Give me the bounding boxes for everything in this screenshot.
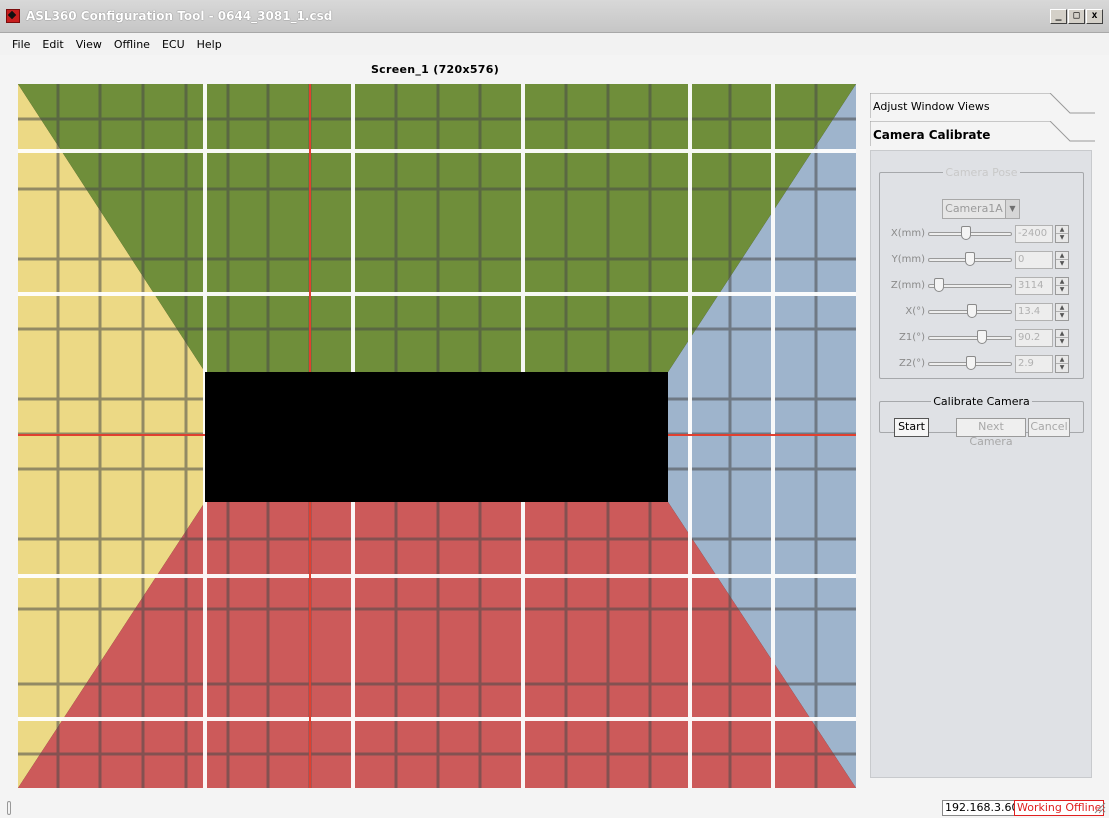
- spin-up-icon[interactable]: ▲: [1056, 252, 1068, 260]
- status-bar: 192.168.3.60 Working Offline: [0, 798, 1109, 818]
- cancel-button[interactable]: Cancel: [1028, 418, 1070, 437]
- center-blackout: [205, 372, 668, 502]
- pose-param-spinner[interactable]: ▲ ▼: [1055, 277, 1069, 295]
- next-camera-button[interactable]: Next Camera: [956, 418, 1026, 448]
- maximize-button[interactable]: □: [1068, 9, 1085, 24]
- spin-up-icon[interactable]: ▲: [1056, 356, 1068, 364]
- view-canvas: [18, 84, 856, 788]
- menu-offline[interactable]: Offline: [108, 36, 156, 53]
- camera-select[interactable]: Camera1A ▼: [942, 199, 1020, 219]
- menu-help[interactable]: Help: [191, 36, 228, 53]
- camera-calibrate-panel: Camera Pose Camera1A ▼ X(mm) -2400 ▲ ▼ Y(mm)…: [870, 150, 1092, 778]
- minimize-button[interactable]: _: [1050, 9, 1067, 24]
- pose-param-row: X(mm) -2400 ▲ ▼: [880, 224, 1083, 246]
- spin-down-icon[interactable]: ▼: [1056, 364, 1068, 372]
- window-controls: _ □ x: [1050, 9, 1103, 24]
- spin-down-icon[interactable]: ▼: [1056, 312, 1068, 320]
- pose-param-label: Z(mm): [890, 280, 925, 291]
- menu-file[interactable]: File: [6, 36, 36, 53]
- resize-grip-icon[interactable]: [1094, 802, 1106, 814]
- pose-param-row: Z(mm) 3114 ▲ ▼: [880, 276, 1083, 298]
- spin-up-icon[interactable]: ▲: [1056, 304, 1068, 312]
- status-ip: 192.168.3.60: [942, 800, 1022, 816]
- pose-param-value-field[interactable]: 90.2: [1015, 329, 1053, 347]
- pose-param-spinner[interactable]: ▲ ▼: [1055, 251, 1069, 269]
- app-icon: [6, 9, 20, 23]
- spin-down-icon[interactable]: ▼: [1056, 260, 1068, 268]
- spin-up-icon[interactable]: ▲: [1056, 278, 1068, 286]
- pose-param-slider-thumb[interactable]: [965, 252, 975, 266]
- pose-param-spinner[interactable]: ▲ ▼: [1055, 355, 1069, 373]
- spin-up-icon[interactable]: ▲: [1056, 330, 1068, 338]
- close-button[interactable]: x: [1086, 9, 1103, 24]
- menu-ecu[interactable]: ECU: [156, 36, 191, 53]
- pose-param-spinner[interactable]: ▲ ▼: [1055, 329, 1069, 347]
- menu-edit[interactable]: Edit: [36, 36, 69, 53]
- pose-param-value-field[interactable]: -2400: [1015, 225, 1053, 243]
- camera-pose-group: Camera Pose Camera1A ▼ X(mm) -2400 ▲ ▼ Y(mm)…: [879, 166, 1084, 379]
- status-progress-handle: [7, 801, 11, 815]
- tab-adjust-window-views[interactable]: Adjust Window Views: [870, 93, 1095, 119]
- pose-param-slider-thumb[interactable]: [977, 330, 987, 344]
- pose-param-label: Z2(°): [898, 358, 925, 369]
- pose-param-value-field[interactable]: 0: [1015, 251, 1053, 269]
- pose-param-spinner[interactable]: ▲ ▼: [1055, 225, 1069, 243]
- pose-param-slider-track[interactable]: [928, 336, 1012, 340]
- pose-param-slider-thumb[interactable]: [961, 226, 971, 240]
- pose-param-slider-thumb[interactable]: [966, 356, 976, 370]
- tab-camera-calibrate[interactable]: Camera Calibrate: [870, 121, 1095, 147]
- pose-param-label: Y(mm): [891, 254, 925, 265]
- window-title: ASL360 Configuration Tool - 0644_3081_1.…: [26, 9, 333, 23]
- pose-param-row: X(°) 13.4 ▲ ▼: [880, 302, 1083, 324]
- spin-down-icon[interactable]: ▼: [1056, 234, 1068, 242]
- pose-param-spinner[interactable]: ▲ ▼: [1055, 303, 1069, 321]
- camera-pose-legend: Camera Pose: [945, 166, 1018, 179]
- tab-label: Adjust Window Views: [873, 100, 990, 113]
- screen-title: Screen_1 (720x576): [370, 63, 500, 76]
- status-mode: Working Offline: [1014, 800, 1105, 816]
- calibrate-camera-legend: Calibrate Camera: [933, 395, 1030, 408]
- pose-param-row: Y(mm) 0 ▲ ▼: [880, 250, 1083, 272]
- spin-down-icon[interactable]: ▼: [1056, 286, 1068, 294]
- spin-up-icon[interactable]: ▲: [1056, 226, 1068, 234]
- menu-bar: File Edit View Offline ECU Help: [0, 33, 1109, 55]
- pose-param-label: X(mm): [890, 228, 925, 239]
- pose-param-label: X(°): [905, 306, 925, 317]
- camera-select-value: Camera1A: [945, 202, 1003, 215]
- title-bar: ASL360 Configuration Tool - 0644_3081_1.…: [0, 0, 1109, 33]
- pose-param-value-field[interactable]: 13.4: [1015, 303, 1053, 321]
- chevron-down-icon[interactable]: ▼: [1005, 200, 1019, 218]
- pose-param-value-field[interactable]: 3114: [1015, 277, 1053, 295]
- pose-param-label: Z1(°): [898, 332, 925, 343]
- calibrate-camera-group: Calibrate Camera Start Next Camera Cance…: [879, 395, 1084, 448]
- tab-label: Camera Calibrate: [873, 128, 991, 142]
- pose-param-row: Z2(°) 2.9 ▲ ▼: [880, 354, 1083, 376]
- pose-param-row: Z1(°) 90.2 ▲ ▼: [880, 328, 1083, 350]
- start-button[interactable]: Start: [894, 418, 929, 437]
- spin-down-icon[interactable]: ▼: [1056, 338, 1068, 346]
- pose-param-slider-thumb[interactable]: [967, 304, 977, 318]
- camera-viewport[interactable]: [18, 84, 856, 788]
- menu-view[interactable]: View: [70, 36, 108, 53]
- pose-param-value-field[interactable]: 2.9: [1015, 355, 1053, 373]
- pose-param-slider-thumb[interactable]: [934, 278, 944, 292]
